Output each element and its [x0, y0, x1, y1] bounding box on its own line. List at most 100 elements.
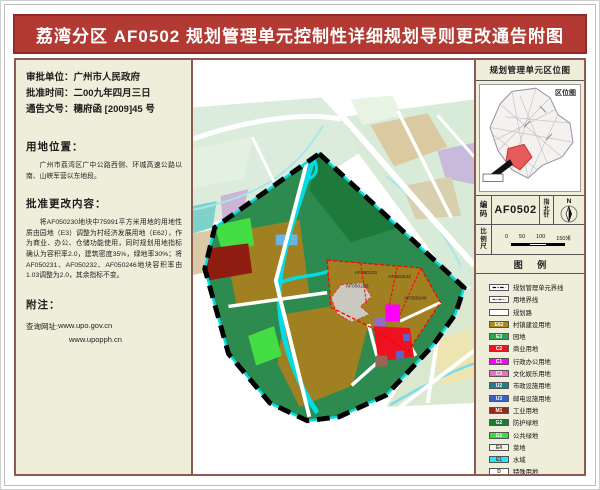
parcel-label: AF050230: [346, 284, 369, 290]
legend-swatch: D: [489, 468, 509, 474]
section-heading-location: 用地位置：: [26, 139, 182, 154]
changes-paragraph: 将AF050230地块中75991平方米用地的用地性质由园地（E3）调整为村经济…: [26, 218, 182, 282]
leader-label-box: [483, 174, 503, 181]
parcel-label: AF050231: [355, 270, 378, 276]
legend-swatch: C2: [489, 345, 509, 352]
legend-label: 菜地: [513, 443, 526, 452]
legend-item: E62 村镇建设用地: [489, 320, 582, 329]
approval-date-line: 批准时间：二00九年四月三日: [26, 86, 182, 102]
legend-label: 水域: [513, 455, 526, 464]
scale-bar: 0 50 100 150米: [492, 225, 584, 254]
scale-tick: 100: [536, 234, 545, 242]
query-url-1: www.upo.gov.cn: [58, 321, 112, 332]
legend-title: 图 例: [476, 255, 584, 274]
parcel-label: AF050246: [404, 296, 427, 302]
notice-number-line: 通告文号：穗府函 [2009]45 号: [26, 102, 182, 118]
legend-label: 邮电设施用地: [513, 394, 551, 403]
content-area: 审批单位：广州市人民政府 批准时间：二00九年四月三日 通告文号：穗府函 [20…: [14, 58, 586, 476]
notice-number-label: 通告文号：: [26, 104, 74, 115]
legend-label: 市政设施用地: [513, 381, 551, 390]
compass-cell: N: [554, 196, 584, 224]
right-panel: 规划管理单元区位图: [474, 60, 584, 474]
legend-label: 特殊用地: [513, 467, 538, 474]
approval-date-label: 批准时间：: [26, 88, 74, 99]
legend-item: 规划路: [489, 308, 582, 317]
location-paragraph: 广州市荔湾区广中公路西侧、环城高速公路以南、山峡军营以东地段。: [26, 161, 182, 182]
notice-page: 荔湾分区 AF0502 规划管理单元控制性详细规划导则更改通告附图 审批单位：广…: [0, 0, 600, 490]
legend-label: 村镇建设用地: [513, 320, 551, 329]
unit-code-row: 编码 AF0502 指北针 N: [476, 195, 584, 225]
query-url-2: www.upopph.cn: [26, 335, 182, 344]
legend-item: G1 公共绿地: [489, 431, 582, 440]
scale-tick: 50: [519, 234, 525, 242]
legend-item: C2 商业用地: [489, 344, 582, 353]
planning-map-svg: AF050231 AF050232 AF050230 AF050246: [193, 60, 474, 474]
scale-tick: 150米: [556, 234, 571, 242]
legend-label: 公共绿地: [513, 431, 538, 440]
section-heading-notes: 附注：: [26, 297, 182, 312]
locmap-title: 规划管理单元区位图: [476, 60, 584, 81]
north-arrow-icon: N: [557, 195, 581, 225]
legend-item: 用地界线: [489, 295, 582, 304]
page-title: 荔湾分区 AF0502 规划管理单元控制性详细规划导则更改通告附图: [13, 14, 587, 54]
legend-label: 园地: [513, 332, 526, 341]
legend-swatch: M1: [489, 407, 509, 414]
legend-swatch: E4: [489, 444, 509, 451]
legend-item: E3 园地: [489, 332, 582, 341]
legend-swatch: G1: [489, 432, 509, 439]
scale-bar-segments: [511, 243, 565, 246]
scale-label: 比例尺: [480, 228, 487, 250]
legend-item: M1 工业用地: [489, 406, 582, 415]
parcel-boundary-line-swatch: [489, 296, 509, 303]
legend-item: C1 行政办公用地: [489, 357, 582, 366]
legend-swatch: E62: [489, 321, 509, 328]
legend-item: E4 菜地: [489, 443, 582, 452]
parcel-label: AF050232: [388, 274, 411, 280]
left-panel: 审批单位：广州市人民政府 批准时间：二00九年四月三日 通告文号：穗府函 [20…: [16, 60, 193, 474]
legend-item: U3 邮电设施用地: [489, 394, 582, 403]
legend-swatch: C3: [489, 370, 509, 377]
legend-item: U2 市政设施用地: [489, 381, 582, 390]
code-label: 编码: [480, 201, 488, 218]
legend-item: C3 文化娱乐用地: [489, 369, 582, 378]
legend-swatch: E1: [489, 456, 509, 463]
scale-label-cell: 比例尺: [476, 225, 492, 254]
approval-unit-value: 广州市人民政府: [74, 72, 141, 83]
location-map: 区位图: [479, 84, 581, 192]
unit-boundary-line-swatch: [489, 284, 509, 291]
legend-item: 规划管理单元界线: [489, 283, 582, 292]
legend-swatch: G2: [489, 419, 509, 426]
north-label: 指北针: [544, 200, 550, 221]
legend-label: 规划路: [513, 308, 532, 317]
legend-label: 文化娱乐用地: [513, 369, 551, 378]
legend-swatch: U2: [489, 382, 509, 389]
planning-map: AF050231 AF050232 AF050230 AF050246: [193, 60, 474, 474]
scale-row: 比例尺 0 50 100 150米: [476, 225, 584, 255]
legend-item: G2 防护绿地: [489, 418, 582, 427]
approval-unit-label: 审批单位：: [26, 72, 74, 83]
location-map-svg: [480, 85, 580, 191]
scale-ticks: 0 50 100 150米: [505, 234, 571, 242]
notice-number-value: 穗府函 [2009]45 号: [74, 104, 155, 115]
legend-swatch: [489, 309, 509, 316]
scale-tick: 0: [505, 234, 508, 242]
query-url-line: 查询网址: www.upo.gov.cn: [26, 321, 182, 332]
query-url-label: 查询网址:: [26, 321, 58, 332]
legend-swatch: E3: [489, 333, 509, 340]
locmap-corner-label: 区位图: [555, 88, 576, 98]
legend-swatch: C1: [489, 358, 509, 365]
legend-swatch: U3: [489, 395, 509, 402]
legend-list: 规划管理单元界线 用地界线 规划路 E62 村镇建设用地 E3: [476, 274, 584, 474]
legend-label: 防护绿地: [513, 418, 538, 427]
legend-label: 商业用地: [513, 344, 538, 353]
legend-label: 规划管理单元界线: [513, 283, 563, 292]
approval-date-value: 二00九年四月三日: [74, 88, 151, 99]
svg-text:N: N: [567, 198, 572, 205]
code-value: AF0502: [492, 196, 540, 224]
north-label-cell: 指北针: [540, 196, 554, 224]
legend-label: 行政办公用地: [513, 357, 551, 366]
legend-item: D 特殊用地: [489, 467, 582, 474]
legend-item: E1 水域: [489, 455, 582, 464]
approval-unit-line: 审批单位：广州市人民政府: [26, 70, 182, 86]
legend-label: 工业用地: [513, 406, 538, 415]
